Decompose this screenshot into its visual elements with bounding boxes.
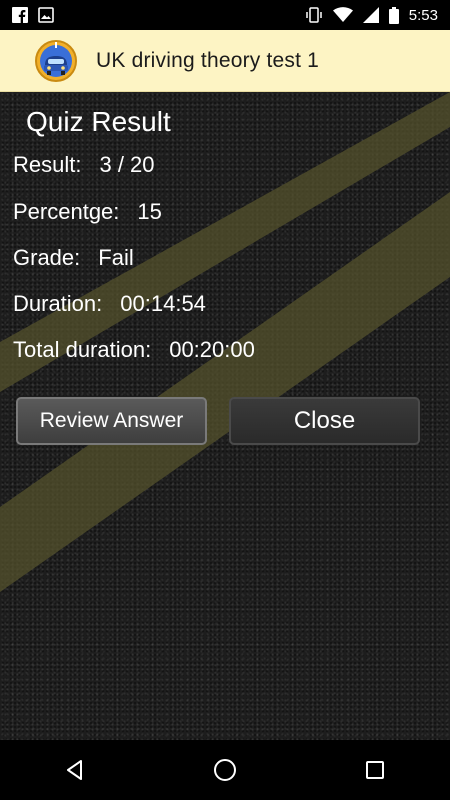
- app-title: UK driving theory test 1: [96, 48, 320, 72]
- percentage-value: 15: [137, 199, 162, 224]
- home-icon[interactable]: [195, 740, 255, 800]
- status-right-icons: 5:53: [305, 6, 450, 24]
- back-icon[interactable]: [45, 740, 105, 800]
- grade-label: Grade:: [13, 245, 81, 270]
- grade-row: Grade: Fail: [13, 245, 134, 271]
- result-value: 3 / 20: [99, 152, 155, 177]
- wifi-icon: [332, 7, 353, 23]
- image-icon: [38, 7, 54, 23]
- duration-label: Duration:: [13, 291, 103, 316]
- signal-icon: [362, 7, 379, 23]
- total-duration-label: Total duration:: [13, 337, 152, 362]
- recents-icon[interactable]: [345, 740, 405, 800]
- result-label: Result:: [13, 152, 82, 177]
- duration-row: Duration: 00:14:54: [13, 291, 206, 317]
- vibrate-icon: [305, 7, 323, 23]
- grade-value: Fail: [98, 245, 134, 270]
- total-duration-value: 00:20:00: [169, 337, 255, 362]
- result-row: Result: 3 / 20: [13, 152, 155, 178]
- facebook-icon: [12, 7, 28, 23]
- percentage-label: Percentge:: [13, 199, 120, 224]
- percentage-row: Percentge: 15: [13, 199, 162, 225]
- battery-icon: [388, 6, 399, 24]
- quiz-result-screen: Quiz Result Result: 3 / 20 Percentge: 15 G…: [0, 92, 450, 740]
- status-bar: 5:53: [0, 0, 450, 30]
- app-bar: UK driving theory test 1: [0, 30, 450, 92]
- car-logo-icon: [34, 39, 78, 83]
- review-answer-button[interactable]: Review Answer: [16, 397, 207, 445]
- status-time: 5:53: [408, 6, 438, 24]
- duration-value: 00:14:54: [120, 291, 206, 316]
- close-button[interactable]: Close: [229, 397, 420, 445]
- total-duration-row: Total duration: 00:20:00: [13, 337, 255, 363]
- navigation-bar: [0, 740, 450, 800]
- status-left-icons: [0, 7, 54, 23]
- quiz-result-title: Quiz Result: [26, 106, 171, 137]
